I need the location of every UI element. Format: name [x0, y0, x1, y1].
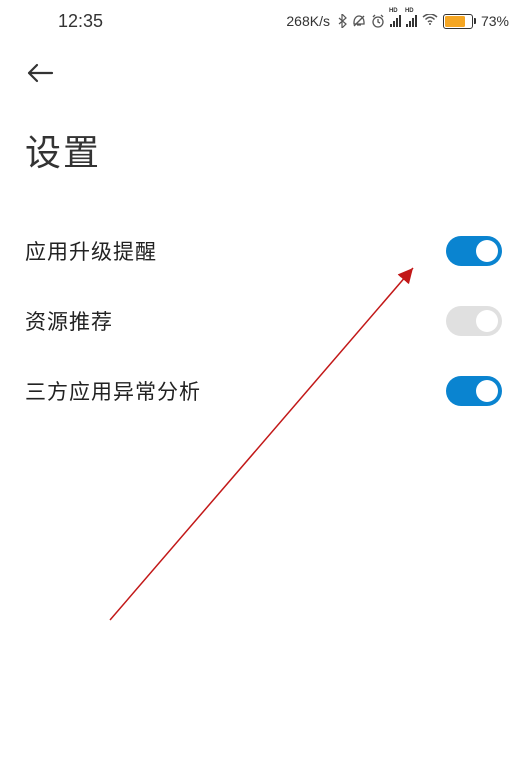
bluetooth-icon [337, 14, 347, 28]
page-title: 设置 [25, 124, 502, 176]
battery-percent: 73% [481, 13, 509, 29]
toggle-third-party-analysis[interactable] [446, 376, 502, 406]
status-time: 12:35 [18, 11, 103, 32]
setting-label: 三方应用异常分析 [25, 376, 201, 406]
title-row: 设置 [0, 99, 527, 196]
toggle-resource-recommend[interactable] [446, 306, 502, 336]
alarm-icon [371, 14, 385, 28]
signal-2-icon: HD [406, 15, 417, 27]
toggle-knob [476, 240, 498, 262]
network-speed: 268K/s [286, 13, 330, 29]
toggle-knob [476, 380, 498, 402]
back-arrow-icon [26, 62, 54, 84]
nav-bar [0, 38, 527, 99]
setting-label: 应用升级提醒 [25, 236, 157, 266]
status-indicators: 268K/s HD HD 73% [286, 13, 509, 30]
setting-third-party-analysis: 三方应用异常分析 [25, 356, 502, 426]
setting-label: 资源推荐 [25, 306, 113, 336]
mute-icon [352, 14, 366, 28]
toggle-app-upgrade[interactable] [446, 236, 502, 266]
back-button[interactable] [25, 58, 55, 88]
setting-app-upgrade: 应用升级提醒 [25, 216, 502, 286]
setting-resource-recommend: 资源推荐 [25, 286, 502, 356]
status-bar: 12:35 268K/s HD HD [0, 0, 527, 38]
wifi-icon [422, 13, 438, 30]
settings-list: 应用升级提醒 资源推荐 三方应用异常分析 [0, 196, 527, 426]
battery-icon [443, 14, 473, 29]
signal-1-icon: HD [390, 15, 401, 27]
toggle-knob [476, 310, 498, 332]
